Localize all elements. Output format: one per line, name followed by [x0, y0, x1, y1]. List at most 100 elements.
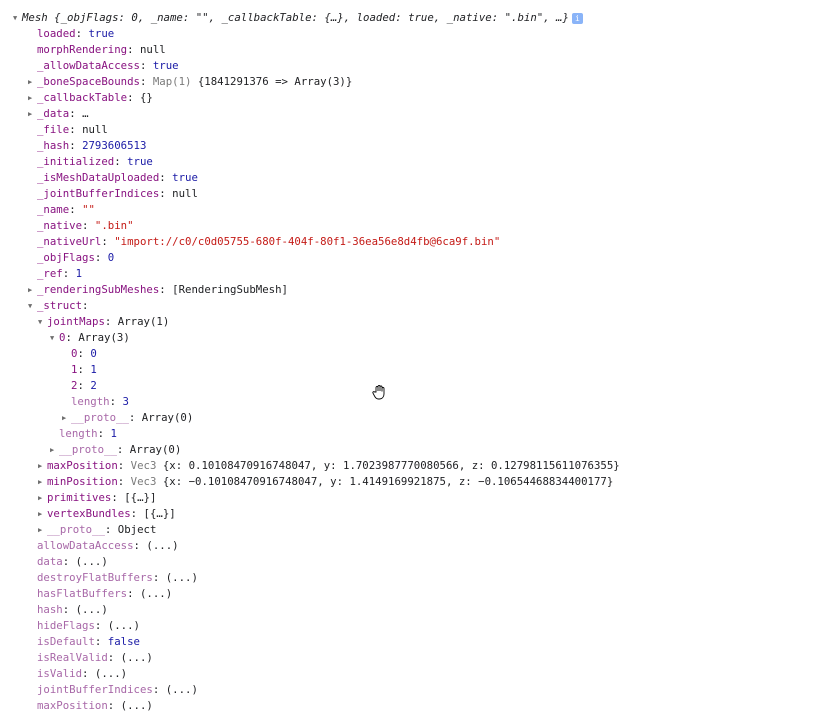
property-row: 2: 2 — [62, 378, 829, 394]
key-separator: : — [77, 363, 91, 376]
lazy-getter-value[interactable]: (...) — [121, 699, 153, 712]
lazy-getter-value[interactable]: (...) — [166, 683, 198, 696]
property-row[interactable]: ▼ _struct: — [28, 298, 829, 314]
expand-triangle-closed-icon[interactable]: ▶ — [62, 410, 71, 426]
property-value: 1 — [90, 363, 97, 376]
value-type-label: Vec3 — [130, 459, 163, 472]
key-separator: : — [159, 171, 173, 184]
property-row: data: (...) — [28, 554, 829, 570]
property-key: _hash — [37, 139, 70, 152]
key-separator: : — [101, 235, 115, 248]
property-value: "import://c0/c0d05755-680f-404f-80f1-36e… — [114, 235, 501, 248]
expand-triangle-open-icon[interactable]: ▼ — [13, 10, 22, 26]
property-key: _nativeUrl — [37, 235, 102, 248]
object-header-row[interactable]: ▼ Mesh {_objFlags: 0, _name: "", _callbac… — [13, 10, 829, 26]
lazy-getter-value[interactable]: (...) — [166, 571, 198, 584]
expand-triangle-closed-icon[interactable]: ▶ — [28, 282, 37, 298]
property-key: isDefault — [37, 635, 95, 648]
object-summary: Mesh {_objFlags: 0, _name: "", _callback… — [22, 11, 569, 24]
lazy-getter-value[interactable]: (...) — [76, 603, 108, 616]
grab-hand-cursor-icon — [372, 385, 385, 400]
property-row[interactable]: ▶ vertexBundles: [{…}] — [38, 506, 829, 522]
expand-triangle-closed-icon[interactable]: ▶ — [50, 442, 59, 458]
expand-triangle-closed-icon[interactable]: ▶ — [38, 522, 47, 538]
property-value: Array(0) — [129, 443, 182, 456]
lazy-getter-value[interactable]: (...) — [76, 555, 108, 568]
property-row: 0: 0 — [62, 346, 829, 362]
property-row[interactable]: ▶ __proto__: Array(0) — [50, 442, 829, 458]
expand-triangle-open-icon[interactable]: ▼ — [50, 330, 59, 346]
value-type-label: Map(1) — [152, 75, 198, 88]
property-row[interactable]: ▶ maxPosition: Vec3 {x: 0.101084709167480… — [38, 458, 829, 474]
key-separator: : — [77, 379, 91, 392]
property-row: _objFlags: 0 — [28, 250, 829, 266]
property-value: 2 — [90, 379, 97, 392]
property-key: primitives — [47, 491, 112, 504]
property-value: Array(0) — [141, 411, 194, 424]
key-separator: : — [107, 651, 121, 664]
property-key: morphRendering — [37, 43, 128, 56]
expand-triangle-open-icon[interactable]: ▼ — [28, 298, 37, 314]
property-key: _isMeshDataUploaded — [37, 171, 160, 184]
lazy-getter-value[interactable]: (...) — [140, 587, 172, 600]
property-row[interactable]: ▼ jointMaps: Array(1) — [38, 314, 829, 330]
expand-triangle-closed-icon[interactable]: ▶ — [38, 506, 47, 522]
property-row[interactable]: ▶ _renderingSubMeshes: [RenderingSubMesh] — [28, 282, 829, 298]
property-row: isValid: (...) — [28, 666, 829, 682]
property-row: isRealValid: (...) — [28, 650, 829, 666]
property-row: hideFlags: (...) — [28, 618, 829, 634]
expand-triangle-closed-icon[interactable]: ▶ — [38, 474, 47, 490]
property-row[interactable]: ▶ primitives: [{…}] — [38, 490, 829, 506]
property-row: _isMeshDataUploaded: true — [28, 170, 829, 186]
expand-triangle-closed-icon[interactable]: ▶ — [28, 106, 37, 122]
lazy-getter-value[interactable]: (...) — [95, 667, 127, 680]
property-value: 2793606513 — [82, 139, 147, 152]
property-row: _ref: 1 — [28, 266, 829, 282]
property-row: jointBufferIndices: (...) — [28, 682, 829, 698]
property-key: isValid — [37, 667, 83, 680]
expand-triangle-open-icon[interactable]: ▼ — [38, 314, 47, 330]
property-value: true — [172, 171, 198, 184]
property-row[interactable]: ▶ _data: … — [28, 106, 829, 122]
property-value: … — [82, 107, 89, 120]
property-key: __proto__ — [71, 411, 129, 424]
property-row: _name: "" — [28, 202, 829, 218]
property-row[interactable]: ▶ minPosition: Vec3 {x: −0.10108470916748… — [38, 474, 829, 490]
lazy-getter-value[interactable]: (...) — [108, 619, 140, 632]
key-separator: : — [82, 219, 95, 232]
property-key: vertexBundles — [47, 507, 131, 520]
property-row[interactable]: ▼ 0: Array(3) — [50, 330, 829, 346]
property-value: Object — [117, 523, 157, 536]
property-row[interactable]: ▶ _callbackTable: {} — [28, 90, 829, 106]
property-key: hasFlatBuffers — [37, 587, 128, 600]
property-row: length: 3 — [62, 394, 829, 410]
expand-triangle-closed-icon[interactable]: ▶ — [28, 90, 37, 106]
lazy-getter-value[interactable]: (...) — [146, 539, 178, 552]
key-separator: : — [62, 603, 76, 616]
property-row: morphRendering: null — [28, 42, 829, 58]
property-key: _objFlags — [37, 251, 95, 264]
property-value: 1 — [75, 267, 83, 280]
property-value: [{…}] — [124, 491, 157, 504]
expand-triangle-closed-icon[interactable]: ▶ — [38, 490, 47, 506]
property-value: Array(3) — [78, 331, 130, 344]
info-icon[interactable]: i — [571, 12, 583, 24]
property-row[interactable]: ▶ __proto__: Object — [38, 522, 829, 538]
key-separator: : — [139, 75, 153, 88]
property-row: 1: 1 — [62, 362, 829, 378]
property-row: _initialized: true — [28, 154, 829, 170]
property-value: false — [107, 635, 140, 648]
key-separator: : — [69, 203, 83, 216]
property-row[interactable]: ▶ __proto__: Array(0) — [62, 410, 829, 426]
key-separator: : — [109, 395, 123, 408]
key-separator: : — [82, 299, 89, 312]
key-separator: : — [127, 43, 140, 56]
property-key: _jointBufferIndices — [37, 187, 160, 200]
property-key: hideFlags — [37, 619, 95, 632]
property-key: _data — [37, 107, 70, 120]
lazy-getter-value[interactable]: (...) — [121, 651, 153, 664]
property-row[interactable]: ▶ _boneSpaceBounds: Map(1) {1841291376 =>… — [28, 74, 829, 90]
expand-triangle-closed-icon[interactable]: ▶ — [38, 458, 47, 474]
property-value: 0 — [90, 347, 97, 360]
expand-triangle-closed-icon[interactable]: ▶ — [28, 74, 37, 90]
